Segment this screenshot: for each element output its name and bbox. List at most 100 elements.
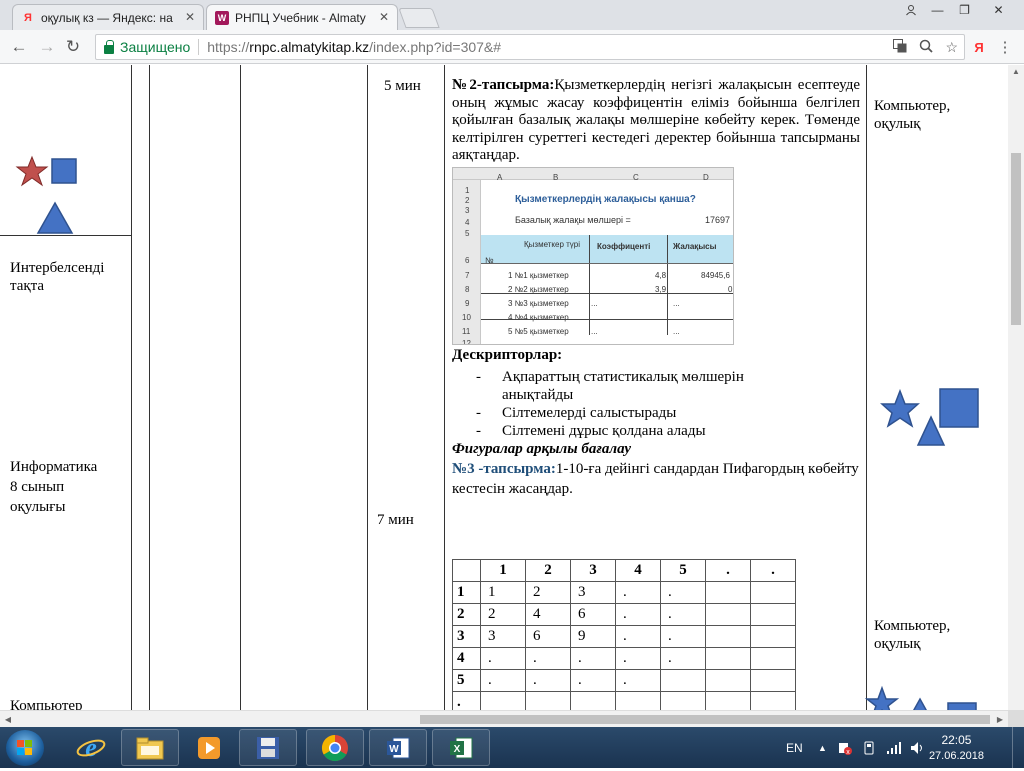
explorer-icon[interactable] [121,729,179,766]
table-border [131,65,132,710]
table-cell [570,691,616,710]
url-host: rnpc.almatykitap.kz [249,39,370,55]
table-cell [705,691,751,710]
table-cell: 2 [452,603,481,626]
table-cell [750,603,796,626]
table-row: 12345.. [452,559,796,582]
scroll-up-icon[interactable]: ▲ [1008,65,1024,79]
volume-icon[interactable] [910,727,926,768]
excel-icon[interactable]: X [432,729,490,766]
device-icon[interactable] [862,727,876,768]
table-row: 1123.. [452,581,796,604]
table-cell: . [525,669,571,692]
tab-yandex[interactable]: Я оқулық кз — Яндекс: на ✕ [12,4,204,30]
col-header: C [633,172,639,182]
table-cell: . [660,603,706,626]
computer-label: Компьютер [10,698,83,710]
table-cell: . [525,647,571,670]
menu-icon[interactable]: ⋮ [994,36,1016,58]
header-salary: Жалақысы [673,241,717,251]
list-item: - Сілтемелерді салыстырады [476,405,677,421]
table-cell: 1 [480,581,526,604]
close-icon[interactable]: ✕ [379,10,389,24]
close-icon[interactable]: ✕ [185,10,195,24]
word-icon[interactable]: W [369,729,427,766]
reload-button[interactable]: ↻ [62,36,84,58]
table-cell: . [615,669,661,692]
vertical-scrollbar[interactable]: ▲ [1008,65,1024,710]
task2-label: №2-тапсырма: [452,77,555,93]
restore-button[interactable]: ❐ [951,0,978,20]
resources-label-2: Компьютер, оқулық [874,618,951,652]
tab-label: РНПЦ Учебник - Almaty [235,10,366,25]
assessment-heading: Фигуралар арқылы бағалау [452,441,632,457]
scroll-right-icon[interactable]: ▶ [992,711,1008,728]
table-row: 2246.. [452,603,796,626]
table-cell: 3 [480,625,526,648]
tab-strip: Я оқулық кз — Яндекс: на ✕ W РНПЦ Учебни… [0,0,1024,30]
ie-icon[interactable]: e [62,729,120,766]
header-coef: Коэффиценті [597,241,651,251]
table-cell: 4 [452,647,481,670]
table-cell [660,669,706,692]
url-path: /index.php?id=307&# [369,39,502,55]
table-cell: . [480,669,526,692]
translate-icon[interactable] [893,39,907,56]
chrome-icon[interactable] [306,729,364,766]
textbook-line3: оқулығы [10,499,66,515]
scroll-thumb[interactable] [420,715,990,724]
forward-button[interactable]: → [36,36,58,58]
bookmark-star-icon[interactable]: ☆ [945,39,958,56]
svg-text:x: x [846,749,850,755]
list-item: - Ақпараттың статистикалық мөлшерін анықт… [476,369,744,403]
save-disk-icon[interactable] [239,729,297,766]
task3-paragraph: №3 -тапсырма:1-10-ға дейінгі сандардан П… [452,459,860,499]
sheet-cell: ... [591,326,598,336]
tab-rnpc[interactable]: W РНПЦ Учебник - Almaty ✕ [206,4,398,30]
back-button[interactable]: ← [8,36,30,58]
tab-label: оқулық кз — Яндекс: на [41,10,173,25]
tray-expand-icon[interactable]: ▲ [818,727,827,768]
zoom-icon[interactable] [919,39,934,56]
show-desktop-button[interactable] [1012,727,1024,768]
start-button[interactable] [6,730,44,766]
resources-label-1: Компьютер, оқулық [874,98,951,132]
media-player-icon[interactable] [180,729,238,766]
table-cell [452,559,481,582]
table-cell [750,669,796,692]
scroll-thumb[interactable] [1011,153,1021,325]
scroll-left-icon[interactable]: ◀ [0,711,16,728]
network-icon[interactable] [886,727,902,768]
row-number: 5 [465,228,470,238]
table-cell: 1 [452,581,481,604]
table-cell: 6 [570,603,616,626]
yandex-extension-icon[interactable]: Я [968,36,990,58]
task-content: №2-тапсырма:Қызметкерлердің негізгі жала… [452,77,860,499]
textbook-line1: Информатика [10,459,98,475]
new-tab-button[interactable] [398,8,440,28]
language-indicator[interactable]: EN [786,727,803,768]
window-close-button[interactable]: ✕ [985,0,1012,20]
sheet-cell: 3,9 [655,284,667,294]
minimize-button[interactable]: — [924,0,951,20]
svg-text:e: e [85,733,97,762]
clock-time: 22:05 [941,733,972,747]
profile-icon[interactable] [897,0,924,20]
table-cell: 5 [452,669,481,692]
table-border [149,65,150,710]
col-header: B [553,172,559,182]
col-header: D [703,172,709,182]
header-type: Қызметкер түрі [523,239,581,249]
time-5-min: 5 мин [384,78,421,94]
shapes-icon [15,155,77,234]
svg-text:X: X [454,744,461,755]
horizontal-scrollbar[interactable]: ◀ ▶ [0,710,1008,727]
system-clock[interactable]: 22:05 27.06.2018 [929,732,984,764]
action-center-icon[interactable]: x [838,727,852,768]
document-viewport: Интербелсенді тақта Информатика 8 сынып … [0,65,1008,710]
address-bar[interactable]: Защищено https:// rnpc.almatykitap.kz /i… [95,34,965,60]
table-cell: 3 [570,559,616,582]
row-number: 12 [462,338,471,345]
table-cell: 6 [525,625,571,648]
table-border [240,65,241,710]
